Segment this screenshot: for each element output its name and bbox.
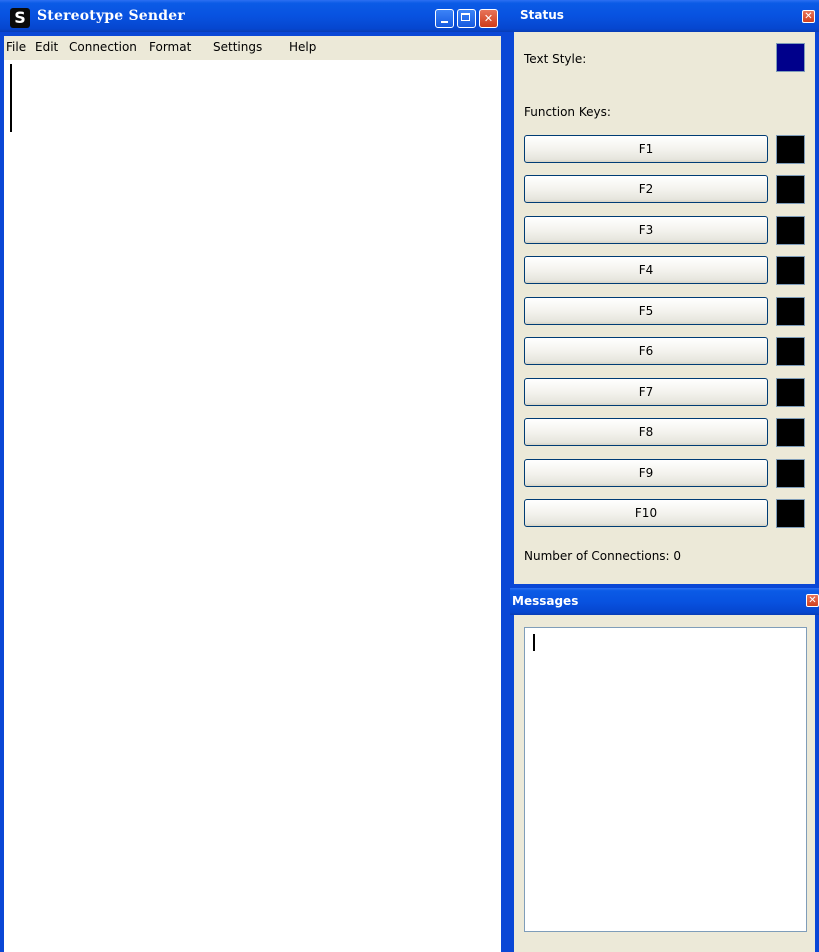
function-key-f2-color[interactable]	[776, 175, 805, 204]
function-key-f6-color[interactable]	[776, 337, 805, 366]
function-key-row: F6	[514, 337, 815, 367]
text-editor[interactable]	[4, 60, 501, 952]
menu-edit[interactable]: Edit	[35, 40, 58, 54]
text-style-label: Text Style:	[524, 52, 587, 66]
function-key-f9-color[interactable]	[776, 459, 805, 488]
messages-panel: Messages ✕	[510, 588, 819, 952]
function-keys-label: Function Keys:	[524, 105, 611, 119]
minimize-icon	[441, 21, 448, 23]
main-window: S Stereotype Sender ✕ File Edit Connecti…	[0, 0, 510, 952]
status-title: Status	[520, 8, 564, 22]
function-key-row: F7	[514, 378, 815, 408]
function-key-f9-button[interactable]: F9	[524, 459, 768, 487]
text-cursor	[10, 64, 12, 132]
function-key-f7-button[interactable]: F7	[524, 378, 768, 406]
messages-titlebar[interactable]: Messages ✕	[510, 588, 819, 615]
messages-close-button[interactable]: ✕	[806, 594, 819, 607]
messages-title: Messages	[512, 594, 579, 608]
close-icon: ✕	[804, 11, 813, 22]
function-key-f10-color[interactable]	[776, 499, 805, 528]
function-key-row: F9	[514, 459, 815, 489]
function-key-row: F5	[514, 297, 815, 327]
messages-textarea[interactable]	[524, 627, 807, 932]
connections-count: Number of Connections: 0	[524, 549, 682, 563]
window-title: Stereotype Sender	[37, 8, 185, 24]
menu-connection[interactable]: Connection	[69, 40, 137, 54]
function-key-f7-color[interactable]	[776, 378, 805, 407]
messages-body	[514, 615, 815, 952]
main-titlebar[interactable]: S Stereotype Sender ✕	[0, 0, 510, 32]
function-key-row: F8	[514, 418, 815, 448]
function-key-f3-button[interactable]: F3	[524, 216, 768, 244]
function-key-row: F4	[514, 256, 815, 286]
function-key-f4-color[interactable]	[776, 256, 805, 285]
app-icon[interactable]: S	[10, 8, 30, 28]
function-key-f1-button[interactable]: F1	[524, 135, 768, 163]
function-key-f3-color[interactable]	[776, 216, 805, 245]
function-key-f10-button[interactable]: F10	[524, 499, 768, 527]
status-body: Text Style: Function Keys: F1 F2 F3 F4 F…	[514, 32, 815, 584]
status-titlebar[interactable]: Status ✕	[510, 0, 819, 32]
close-icon: ✕	[483, 12, 494, 25]
function-key-f1-color[interactable]	[776, 135, 805, 164]
function-key-f8-color[interactable]	[776, 418, 805, 447]
menu-bar: File Edit Connection Format Settings Hel…	[4, 36, 501, 60]
function-key-f5-color[interactable]	[776, 297, 805, 326]
status-close-button[interactable]: ✕	[802, 10, 815, 23]
function-key-row: F2	[514, 175, 815, 205]
menu-help[interactable]: Help	[289, 40, 316, 54]
close-icon: ✕	[808, 595, 817, 606]
function-key-f5-button[interactable]: F5	[524, 297, 768, 325]
menu-settings[interactable]: Settings	[213, 40, 262, 54]
function-key-f8-button[interactable]: F8	[524, 418, 768, 446]
function-key-f6-button[interactable]: F6	[524, 337, 768, 365]
minimize-button[interactable]	[435, 9, 454, 28]
maximize-icon	[461, 13, 470, 21]
text-style-color-swatch[interactable]	[776, 43, 805, 72]
function-key-row: F1	[514, 135, 815, 165]
function-key-row: F10	[514, 499, 815, 529]
function-key-f4-button[interactable]: F4	[524, 256, 768, 284]
function-key-f2-button[interactable]: F2	[524, 175, 768, 203]
maximize-button[interactable]	[457, 9, 476, 28]
status-panel: Status ✕ Text Style: Function Keys: F1 F…	[510, 0, 819, 588]
close-button[interactable]: ✕	[479, 9, 498, 28]
function-key-row: F3	[514, 216, 815, 246]
text-cursor	[533, 634, 535, 651]
menu-format[interactable]: Format	[149, 40, 191, 54]
menu-file[interactable]: File	[6, 40, 26, 54]
